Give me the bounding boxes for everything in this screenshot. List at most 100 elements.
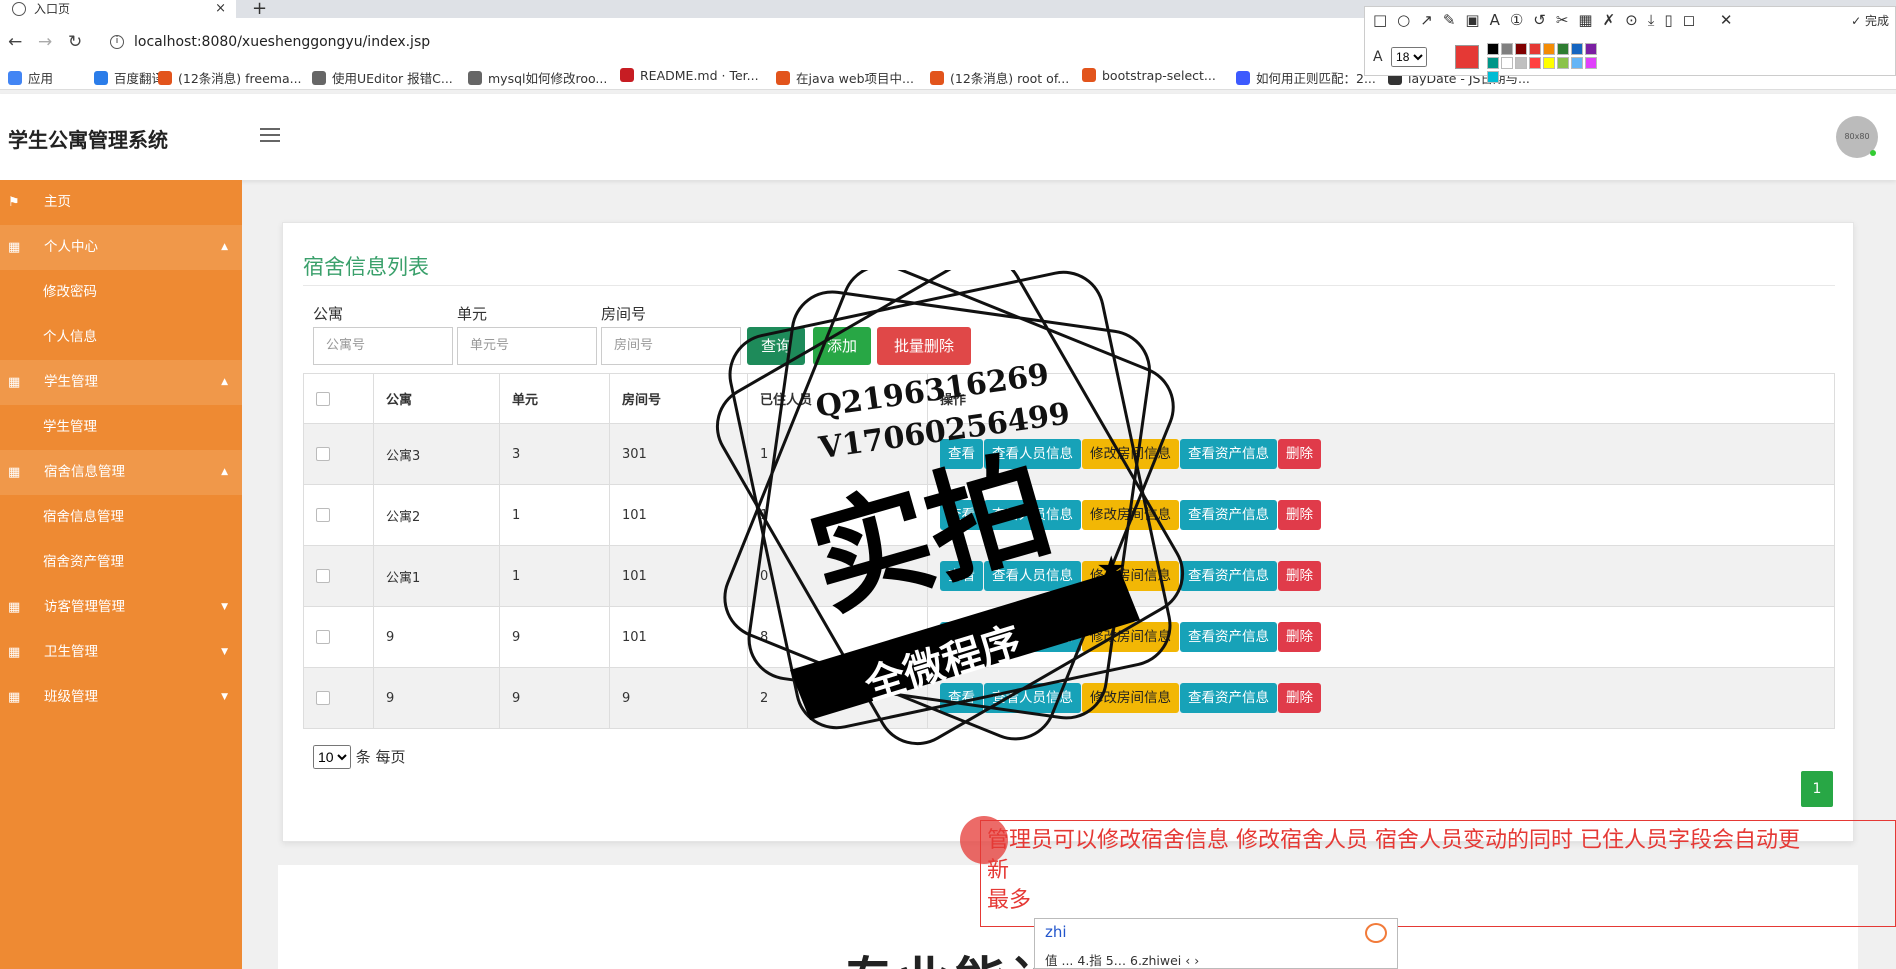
palette-swatch[interactable] [1529, 43, 1541, 55]
sidebar-item[interactable]: 修改密码 [0, 270, 242, 315]
bookmark-item[interactable]: (12条消息) root of... [930, 68, 1069, 87]
avatar[interactable]: 80x80 [1836, 116, 1878, 158]
palette-swatch[interactable] [1487, 43, 1499, 55]
table-cell: 1 [499, 484, 610, 546]
sidebar-item[interactable]: ▦ 访客管理管理 ▼ [0, 585, 242, 630]
sidebar-item[interactable]: 学生管理 [0, 405, 242, 450]
ime-candidates[interactable]: 值 ... 4.指 5.‥ 6.zhiwei ‹ › [1045, 950, 1199, 969]
bookmark-item[interactable]: mysql如何修改roo... [468, 68, 607, 87]
table-cell: 公寓1 [373, 545, 500, 607]
forward-icon[interactable]: → [38, 32, 52, 52]
delete-button[interactable]: 删除 [1278, 622, 1321, 652]
table-cell: 1 [499, 545, 610, 607]
hamburger-menu-icon[interactable] [260, 128, 280, 146]
grid-icon: ▦ [8, 645, 21, 660]
sidebar-item[interactable]: ▦ 宿舍信息管理 ▲ [0, 450, 242, 495]
delete-button[interactable]: 删除 [1278, 683, 1321, 713]
bookmark-label: (12条消息) freema... [178, 71, 302, 86]
select-all-checkbox[interactable] [316, 391, 330, 406]
font-size-select[interactable]: 18 [1391, 47, 1428, 67]
url-text: localhost:8080/xueshenggongyu/index.jsp [134, 34, 431, 50]
screenshot-done-button[interactable]: ✓ 完成 [1851, 12, 1889, 29]
palette-swatch[interactable] [1529, 57, 1541, 69]
delete-button[interactable]: 删除 [1278, 561, 1321, 591]
palette-swatch[interactable] [1501, 43, 1513, 55]
current-color-swatch[interactable] [1455, 45, 1479, 69]
caret-icon: ▼ [221, 602, 228, 612]
row-checkbox[interactable] [316, 569, 330, 583]
bookmark-label: 应用 [28, 71, 54, 86]
bookmark-item[interactable]: 百度翻译 [94, 68, 164, 87]
sidebar-item[interactable]: 个人信息 [0, 315, 242, 360]
palette-swatch[interactable] [1515, 57, 1527, 69]
palette-swatch[interactable] [1557, 43, 1569, 55]
bookmark-item[interactable]: 应用 [8, 68, 53, 87]
bookmark-item[interactable]: 使用UEditor 报错C... [312, 68, 453, 87]
sidebar-item[interactable]: ▦ 个人中心 ▲ [0, 225, 242, 270]
sidebar-item[interactable]: ▦ 学生管理 ▲ [0, 360, 242, 405]
unit-input[interactable]: 单元号 [457, 327, 597, 365]
screenshot-tools[interactable]: □○↗✎▣A①↺✂▦✗⊙⤓▯◻ ✕ [1373, 11, 1742, 29]
annotation-line-2: 新 [987, 858, 1010, 883]
star-icon-right: ★ [1096, 549, 1126, 589]
bookmark-label: README.md · Ter... [640, 68, 759, 83]
page-size-select[interactable]: 10 [313, 745, 351, 769]
sidebar-item-label: 个人信息 [43, 329, 97, 345]
font-size-control[interactable]: A 18 [1373, 47, 1428, 67]
bookmark-label: 百度翻译 [114, 71, 165, 86]
delete-button[interactable]: 删除 [1278, 500, 1321, 530]
bookmark-item[interactable]: (12条消息) freema... [158, 68, 302, 87]
palette-swatch[interactable] [1487, 57, 1499, 69]
delete-button[interactable]: 删除 [1278, 439, 1321, 469]
new-tab-icon[interactable]: + [252, 0, 267, 19]
bookmark-icon [312, 71, 326, 85]
palette-swatch[interactable] [1571, 57, 1583, 69]
row-checkbox[interactable] [316, 508, 330, 522]
palette-swatch[interactable] [1585, 43, 1597, 55]
reload-icon[interactable]: ↻ [68, 32, 82, 52]
row-select-cell [303, 545, 374, 607]
sidebar-item-label: 宿舍资产管理 [43, 554, 124, 570]
row-checkbox[interactable] [316, 691, 330, 705]
sidebar-item[interactable]: ▦ 班级管理 ▼ [0, 675, 242, 720]
bookmark-item[interactable]: 在java web项目中... [776, 68, 914, 87]
palette-swatch[interactable] [1557, 57, 1569, 69]
back-icon[interactable]: ← [8, 32, 22, 52]
sidebar-item[interactable]: ⚑ 主页 [0, 180, 242, 225]
sidebar-item-label: 学生管理 [43, 419, 97, 435]
bookmark-item[interactable]: 如何用正则匹配：2... [1236, 68, 1376, 87]
palette-swatch[interactable] [1501, 57, 1513, 69]
palette-swatch[interactable] [1487, 71, 1499, 83]
grid-icon: ▦ [8, 240, 21, 255]
page-button-current[interactable]: 1 [1801, 771, 1833, 807]
bookmark-icon [1236, 71, 1250, 85]
palette-swatch[interactable] [1585, 57, 1597, 69]
grid-icon: ▦ [8, 690, 21, 705]
annotation-textbox[interactable]: 管理员可以修改宿舍信息 修改宿舍人员 宿舍人员变动的同时 已住人员字段会自动更 … [980, 820, 1896, 927]
grid-icon: ▦ [8, 600, 21, 615]
sidebar-item[interactable]: 宿舍资产管理 [0, 540, 242, 585]
caret-icon: ▲ [221, 242, 228, 252]
watermark-stamp: Q2196316269 V17060256499 实拍 全微程序 ★ ★ [715, 270, 1185, 746]
info-icon[interactable]: i [110, 35, 124, 49]
ime-logo-icon [1365, 923, 1387, 943]
tab-title: 入口页 [34, 2, 71, 16]
row-checkbox[interactable] [316, 630, 330, 644]
palette-swatch[interactable] [1543, 43, 1555, 55]
row-select-cell [303, 667, 374, 729]
row-checkbox[interactable] [316, 447, 330, 461]
bookmark-item[interactable]: README.md · Ter... [620, 68, 759, 83]
caret-icon: ▼ [221, 647, 228, 657]
palette-swatch[interactable] [1515, 43, 1527, 55]
apartment-input[interactable]: 公寓号 [313, 327, 453, 365]
sidebar-item[interactable]: 宿舍信息管理 [0, 495, 242, 540]
sidebar-item[interactable]: ▦ 卫生管理 ▼ [0, 630, 242, 675]
annotation-line-1: 管理员可以修改宿舍信息 修改宿舍人员 宿舍人员变动的同时 已住人员字段会自动更 [987, 828, 1800, 853]
palette-swatch[interactable] [1543, 57, 1555, 69]
table-cell: 9 [373, 606, 500, 668]
browser-tab[interactable]: 入口页 × [0, 0, 236, 18]
bookmark-item[interactable]: bootstrap-select... [1082, 68, 1216, 83]
tab-close-icon[interactable]: × [215, 0, 226, 18]
page-size-control: 10 条 每页 [313, 745, 406, 769]
palette-swatch[interactable] [1571, 43, 1583, 55]
